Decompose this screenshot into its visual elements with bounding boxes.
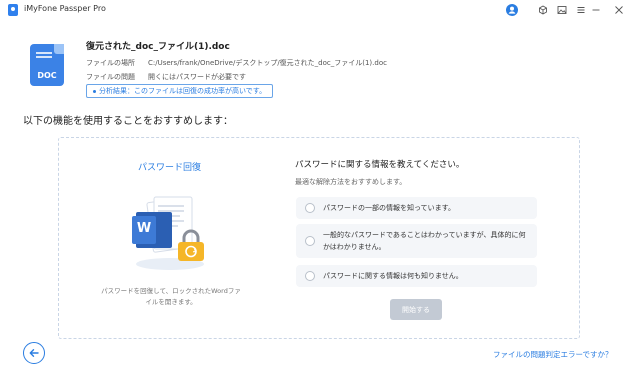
- option-label: 一般的なパスワードであることはわかっていますが、具体的に何かはわかりません。: [323, 231, 526, 251]
- radio-button[interactable]: [305, 271, 315, 281]
- word-lock-illustration: W: [128, 192, 212, 272]
- option-partial-info[interactable]: パスワードの一部の情報を知っています。: [296, 197, 537, 219]
- word-icon-letter: W: [136, 221, 152, 236]
- arrow-left-icon: [29, 349, 39, 357]
- close-icon[interactable]: [612, 3, 626, 17]
- title-bar: iMyFone Passper Pro: [0, 0, 640, 20]
- analysis-result-text: 分析結果：このファイルは回復の成功率が高いです。: [99, 87, 267, 95]
- minimize-icon[interactable]: [589, 3, 603, 17]
- analysis-result-badge: 分析結果：このファイルは回復の成功率が高いです。: [86, 84, 274, 98]
- question-title: パスワードに関する情報を教えてください。: [295, 160, 465, 170]
- file-problem-value: 開くにはパスワードが必要です: [148, 73, 246, 81]
- feature-description: パスワードを回復して、ロックされたWordファイルを開きます。: [101, 287, 241, 306]
- doc-file-icon: DOC: [30, 44, 64, 86]
- option-common-password[interactable]: 一般的なパスワードであることはわかっていますが、具体的に何かはわかりません。: [296, 224, 537, 258]
- doc-file-icon-label: DOC: [37, 71, 57, 80]
- radio-button[interactable]: [305, 203, 315, 213]
- menu-icon[interactable]: [574, 3, 588, 17]
- option-label: パスワードに関する情報は何も知りません。: [323, 272, 463, 280]
- image-icon[interactable]: [555, 3, 569, 17]
- start-button[interactable]: 開始する: [390, 299, 442, 320]
- feature-title: パスワード回復: [138, 163, 202, 173]
- detection-error-link[interactable]: ファイルの問題判定エラーですか？: [493, 349, 613, 360]
- file-location-value: C:/Users/frank/OneDrive/デスクトップ/復元された_doc…: [148, 59, 387, 67]
- back-button[interactable]: [23, 342, 45, 364]
- cube-icon[interactable]: [536, 3, 550, 17]
- option-label: パスワードの一部の情報を知っています。: [323, 204, 455, 212]
- recommend-title: 以下の機能を使用することをおすすめします：: [23, 116, 233, 127]
- file-problem-label: ファイルの問題: [86, 73, 135, 81]
- radio-button[interactable]: [305, 236, 315, 246]
- file-location-label: ファイルの場所: [86, 59, 135, 67]
- lock-icon: [176, 228, 206, 262]
- app-logo-icon: [8, 4, 18, 16]
- file-name: 復元された_doc_ファイル(1).doc: [86, 42, 230, 52]
- user-icon[interactable]: [505, 3, 519, 17]
- question-subtitle: 最適な解除方法をおすすめします。: [295, 178, 407, 186]
- option-no-info[interactable]: パスワードに関する情報は何も知りません。: [296, 265, 537, 287]
- app-title: iMyFone Passper Pro: [24, 4, 106, 13]
- bullet-icon: [93, 89, 96, 93]
